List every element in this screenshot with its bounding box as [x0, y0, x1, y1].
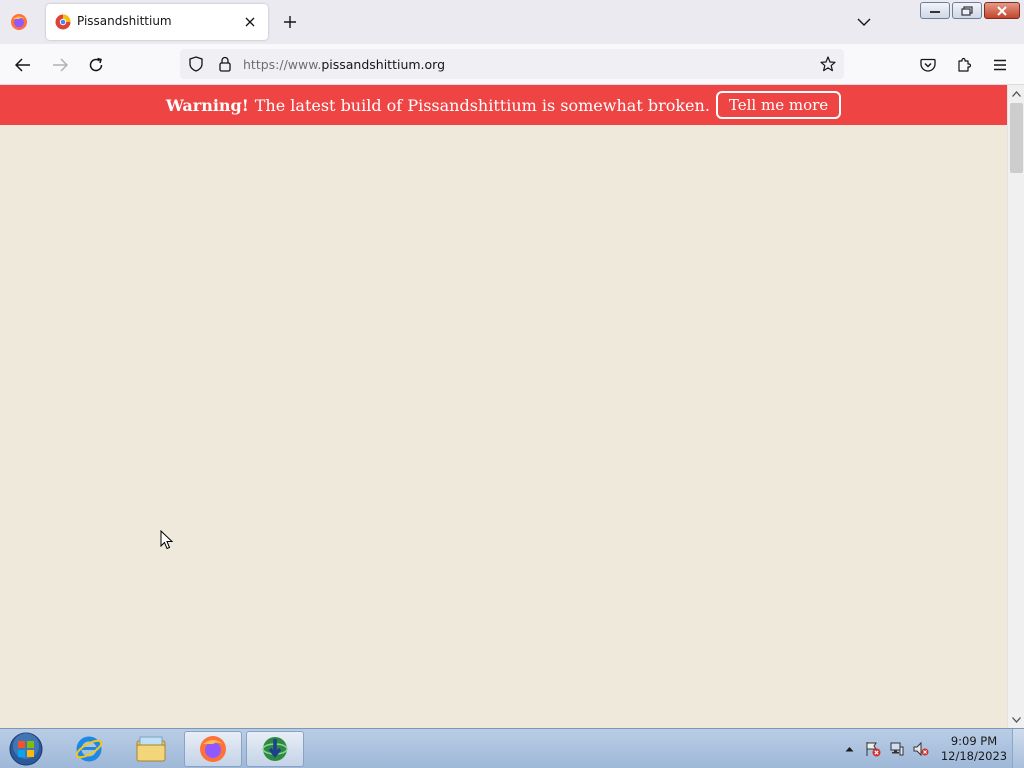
tell-me-more-button[interactable]: Tell me more [715, 91, 842, 119]
tab-strip: Pissandshittium [0, 0, 1024, 44]
pocket-icon[interactable] [915, 52, 941, 78]
navigation-toolbar: https://www.pissandshittium.org [0, 44, 1024, 85]
minimize-icon[interactable] [920, 2, 950, 19]
warning-message: The latest build of Pissandshittium is s… [254, 95, 710, 115]
network-icon[interactable] [888, 740, 906, 758]
taskbar-firefox-icon[interactable] [184, 731, 242, 767]
close-tab-icon[interactable] [240, 12, 260, 32]
address-bar[interactable]: https://www.pissandshittium.org [180, 49, 844, 79]
show-hidden-icons-icon[interactable] [840, 740, 858, 758]
windows-taskbar: 9:09 PM 12/18/2023 [0, 728, 1024, 768]
list-all-tabs-icon[interactable] [852, 10, 876, 34]
taskbar-download-manager-icon[interactable] [246, 731, 304, 767]
hamburger-menu-icon[interactable] [987, 52, 1013, 78]
bookmark-star-icon[interactable] [818, 54, 838, 74]
extensions-puzzle-icon[interactable] [951, 52, 977, 78]
scrollbar-thumb[interactable] [1010, 103, 1023, 173]
restore-icon[interactable] [952, 2, 982, 19]
taskbar-folder-icon[interactable] [122, 731, 180, 767]
page-content: Warning! The latest build of Pissandshit… [0, 85, 1007, 728]
tracking-protection-shield-icon[interactable] [187, 55, 205, 73]
forward-icon[interactable] [47, 52, 73, 78]
url-text[interactable]: https://www.pissandshittium.org [243, 57, 445, 72]
firefox-view-icon[interactable] [8, 11, 30, 33]
back-icon[interactable] [10, 52, 36, 78]
url-prefix: https://www. [243, 57, 322, 72]
window-controls [920, 2, 1020, 20]
tab-title: Pissandshittium [77, 14, 172, 28]
show-desktop-button[interactable] [1012, 729, 1024, 768]
system-tray [840, 729, 930, 768]
new-tab-icon[interactable] [278, 10, 302, 34]
url-domain: pissandshittium.org [321, 57, 446, 72]
reload-icon[interactable] [83, 52, 109, 78]
scroll-down-arrow-icon[interactable] [1008, 711, 1024, 728]
clock-time: 9:09 PM [950, 734, 998, 748]
lock-icon[interactable] [216, 55, 234, 73]
taskbar-clock[interactable]: 9:09 PM 12/18/2023 [938, 734, 1010, 764]
close-window-icon[interactable] [984, 2, 1020, 19]
action-center-flag-icon[interactable] [864, 740, 882, 758]
start-orb-icon[interactable] [6, 731, 46, 767]
site-favicon-icon [55, 14, 71, 30]
warning-banner: Warning! The latest build of Pissandshit… [0, 85, 1007, 125]
warning-label: Warning! [165, 95, 249, 115]
volume-muted-icon[interactable] [912, 740, 930, 758]
taskbar-internet-explorer-icon[interactable] [60, 731, 118, 767]
mouse-pointer-icon [160, 529, 174, 550]
scroll-up-arrow-icon[interactable] [1008, 85, 1024, 102]
tab-active[interactable]: Pissandshittium [46, 4, 268, 40]
vertical-scrollbar[interactable] [1007, 85, 1024, 728]
clock-date: 12/18/2023 [940, 749, 1008, 763]
